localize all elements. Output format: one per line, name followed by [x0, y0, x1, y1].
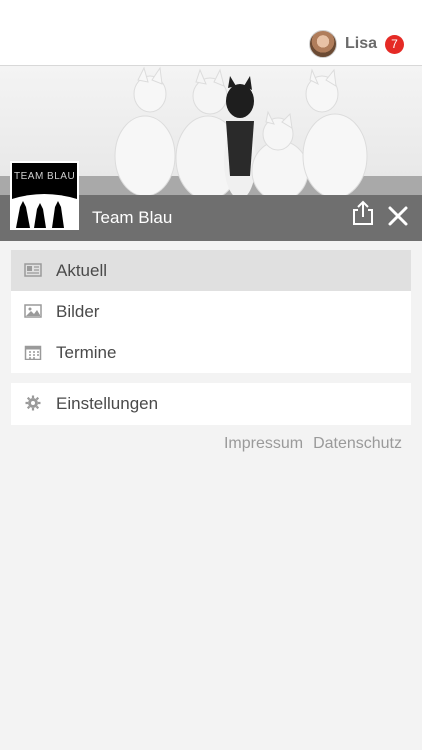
menu-item-label: Einstellungen [56, 393, 159, 413]
avatar[interactable] [308, 30, 337, 58]
menu-item-label: Termine [56, 342, 117, 362]
gear-icon [25, 395, 41, 411]
image-icon [24, 304, 42, 318]
user-profile[interactable]: Lisa 7 [308, 28, 404, 60]
menu-item-bilder[interactable]: Bilder [11, 291, 411, 332]
team-logo: TEAM BLAU [10, 161, 79, 230]
team-name: Team Blau [92, 208, 173, 227]
newspaper-icon [24, 263, 42, 277]
logo-dogs-icon [12, 194, 77, 228]
share-icon[interactable] [352, 200, 374, 226]
navigation-menu: Aktuell Bilder Termine [11, 250, 411, 373]
menu-item-termine[interactable]: Termine [11, 332, 411, 373]
footer-links: Impressum Datenschutz [224, 435, 402, 453]
settings-menu: Einstellungen [11, 383, 411, 425]
menu-item-label: Bilder [56, 301, 100, 321]
menu-item-aktuell[interactable]: Aktuell [11, 250, 411, 291]
user-name[interactable]: Lisa [345, 35, 377, 53]
impressum-link[interactable]: Impressum [224, 435, 303, 453]
close-icon[interactable] [386, 204, 410, 228]
calendar-icon [24, 345, 42, 360]
datenschutz-link[interactable]: Datenschutz [313, 435, 402, 453]
menu-item-label: Aktuell [56, 260, 108, 280]
menu-item-einstellungen[interactable]: Einstellungen [11, 383, 411, 424]
notification-badge[interactable]: 7 [385, 34, 404, 54]
top-bar: Lisa 7 [0, 0, 422, 66]
